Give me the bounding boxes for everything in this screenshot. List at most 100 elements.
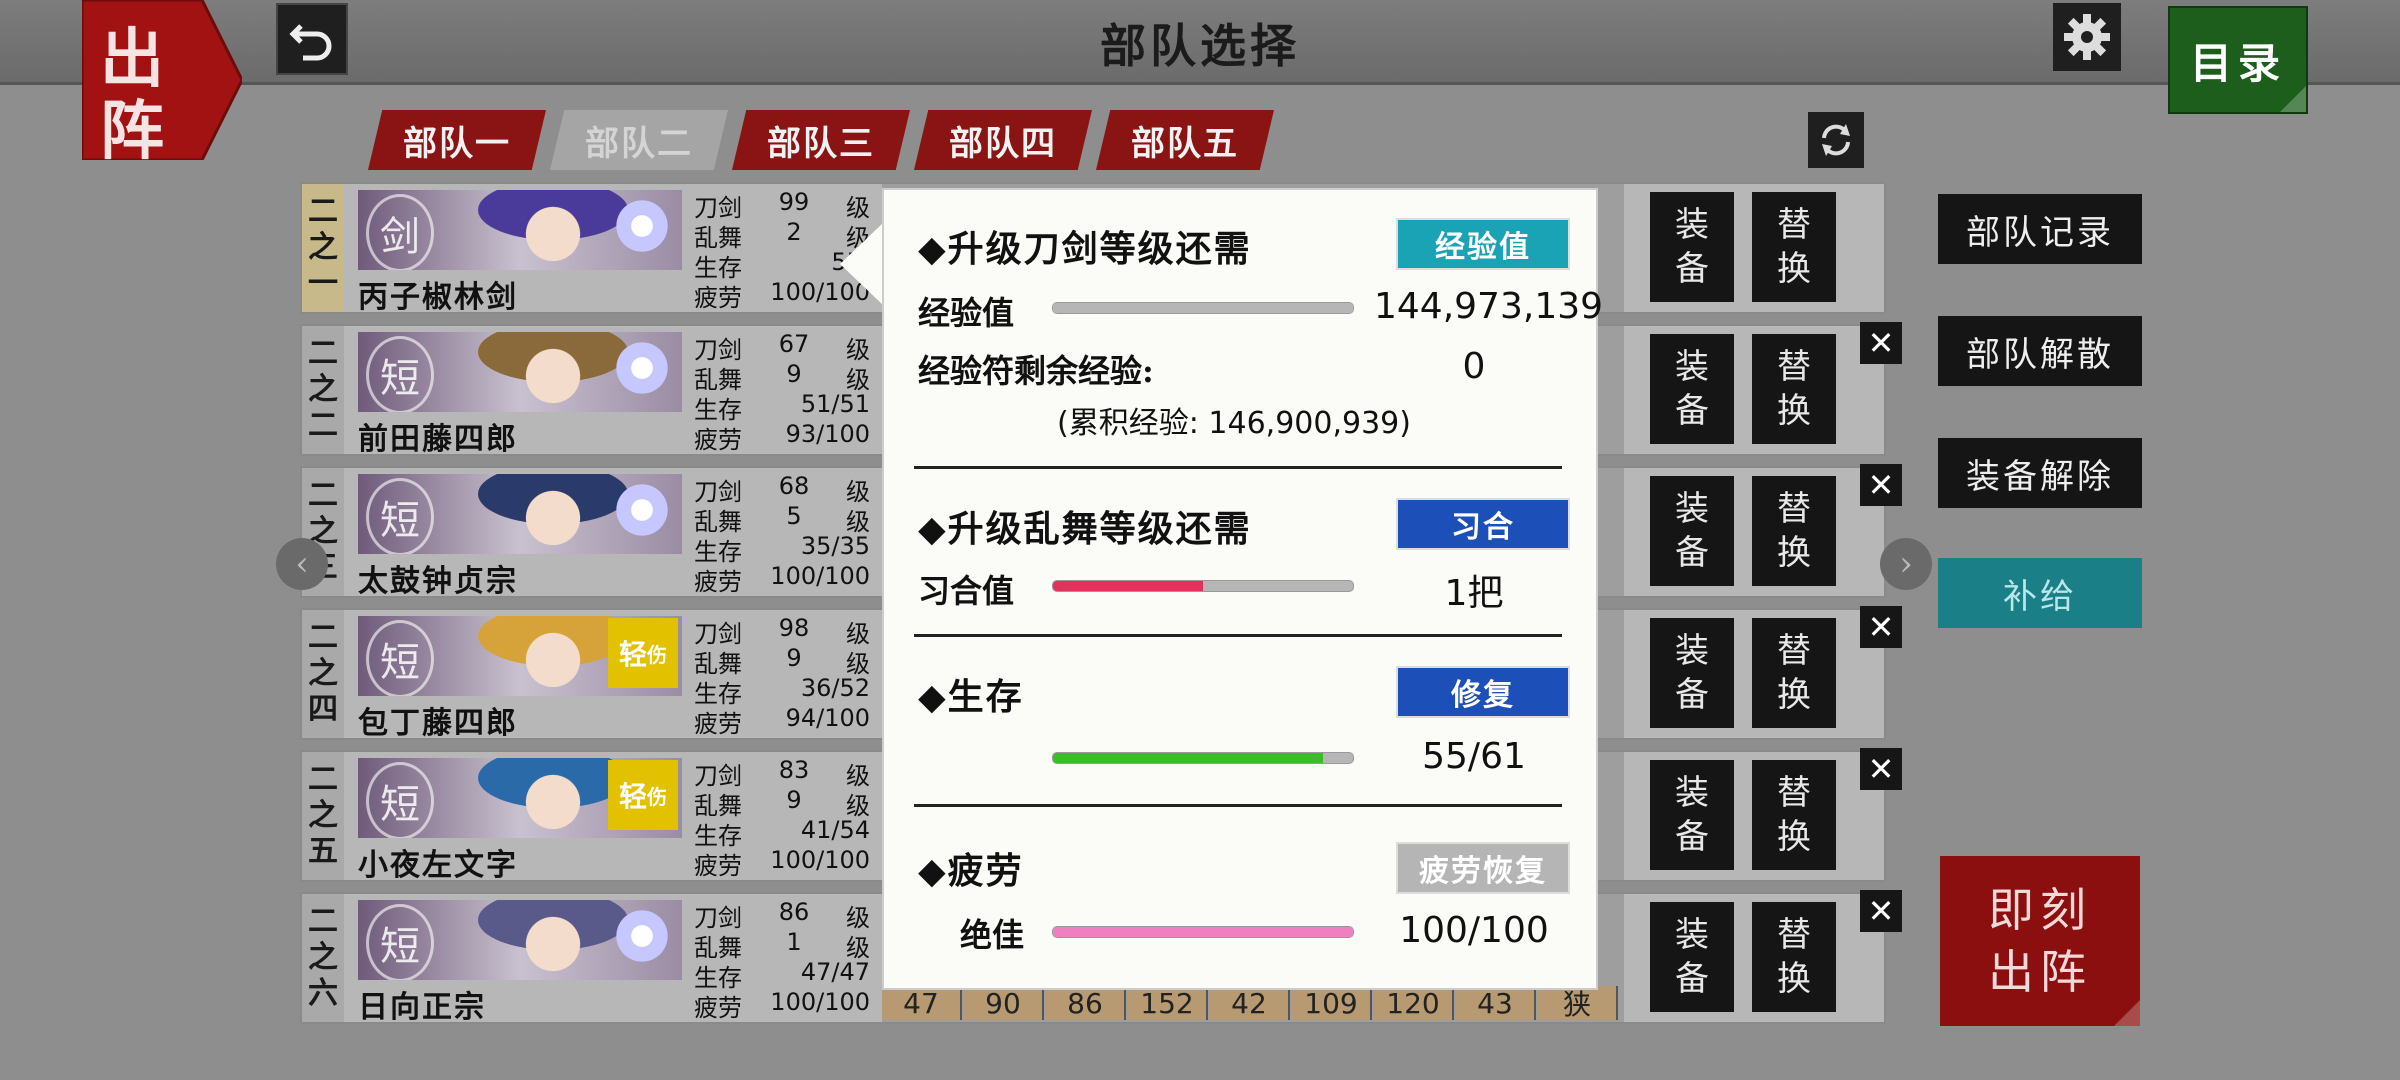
equip-button[interactable]: 装备 xyxy=(1650,334,1734,444)
member-portrait[interactable]: 短 轻伤 xyxy=(358,616,682,696)
member-portrait[interactable]: 短 xyxy=(358,474,682,554)
fatigue-title: ◆疲劳 xyxy=(918,850,1024,892)
member-stats: 刀剑 98 级 乱舞 9 级 生存 36/52 疲劳 94/100 xyxy=(694,614,870,738)
member-portrait[interactable]: 短 xyxy=(358,332,682,412)
replace-button[interactable]: 替换 xyxy=(1752,192,1836,302)
injured-badge: 轻伤 xyxy=(608,760,678,830)
sortie-badge-char-bottom: 阵 xyxy=(100,94,164,169)
member-name: 小夜左文字 xyxy=(358,848,518,883)
parameter-cell: 86 xyxy=(1046,986,1126,1020)
hp-bar xyxy=(1052,752,1354,764)
fatigue-bar xyxy=(1052,926,1354,938)
remove-member-button[interactable]: ✕ xyxy=(1860,606,1902,648)
divider xyxy=(914,634,1562,637)
member-name: 包丁藤四郎 xyxy=(358,706,518,741)
member-name: 日向正宗 xyxy=(358,990,486,1025)
chevron-right-icon: › xyxy=(1899,544,1913,584)
member-portrait[interactable]: 剑 xyxy=(358,190,682,270)
sortie-now-button[interactable]: 即刻 出阵 xyxy=(1940,856,2140,1026)
popup-pointer xyxy=(840,222,884,306)
sortie-now-label-1: 即刻 xyxy=(1988,883,2092,937)
sword-level-title: ◆升级刀剑等级还需 xyxy=(918,228,1252,270)
unit-disband-button[interactable]: 部队解散 xyxy=(1938,316,2142,386)
injured-badge: 轻伤 xyxy=(608,618,678,688)
sortie-now-label-2: 出阵 xyxy=(1988,945,2092,999)
sword-type-icon: 短 xyxy=(366,478,434,554)
tab-unit-4[interactable]: 部队四 xyxy=(914,110,1092,170)
parameter-cell: 109 xyxy=(1292,986,1372,1020)
divider xyxy=(914,466,1562,469)
member-name: 前田藤四郎 xyxy=(358,422,518,457)
member-stats: 刀剑 68 级 乱舞 5 级 生存 35/35 疲劳 100/100 xyxy=(694,472,870,596)
close-icon: ✕ xyxy=(1867,750,1895,788)
sword-type-icon: 剑 xyxy=(366,194,434,270)
remove-member-button[interactable]: ✕ xyxy=(1860,890,1902,932)
replace-button[interactable]: 替换 xyxy=(1752,618,1836,728)
tab-unit-1[interactable]: 部队一 xyxy=(368,110,546,170)
remove-member-button[interactable]: ✕ xyxy=(1860,322,1902,364)
replace-button[interactable]: 替换 xyxy=(1752,760,1836,870)
member-name: 丙子椒林剑 xyxy=(358,280,518,315)
swap-order-button[interactable] xyxy=(1808,112,1864,168)
equip-button[interactable]: 装备 xyxy=(1650,476,1734,586)
member-portrait[interactable]: 短 轻伤 xyxy=(358,758,682,838)
exp-value: 144,973,139 xyxy=(1374,286,1604,327)
member-stats: 刀剑 67 级 乱舞 9 级 生存 51/51 疲劳 93/100 xyxy=(694,330,870,454)
parameter-cell: 90 xyxy=(964,986,1044,1020)
replace-button[interactable]: 替换 xyxy=(1752,476,1836,586)
fatigue-value: 100/100 xyxy=(1399,910,1549,951)
close-icon: ✕ xyxy=(1867,466,1895,504)
equip-button[interactable]: 装备 xyxy=(1650,902,1734,1012)
hp-title: ◆生存 xyxy=(918,676,1024,718)
menu-button[interactable]: 目录 xyxy=(2168,6,2308,114)
remove-member-button[interactable]: ✕ xyxy=(1860,464,1902,506)
tab-unit-5[interactable]: 部队五 xyxy=(1096,110,1274,170)
repair-button[interactable]: 修复 xyxy=(1396,666,1570,718)
member-slot-number: 二之二 xyxy=(302,326,344,454)
equip-button[interactable]: 装备 xyxy=(1650,192,1734,302)
chevron-left-icon: ‹ xyxy=(295,544,309,584)
fatigue-recover-button[interactable]: 疲劳恢复 xyxy=(1396,842,1570,894)
unequip-button[interactable]: 装备解除 xyxy=(1938,438,2142,508)
replace-button[interactable]: 替换 xyxy=(1752,902,1836,1012)
parameter-cell: 43 xyxy=(1456,986,1536,1020)
tab-unit-3[interactable]: 部队三 xyxy=(732,110,910,170)
fusion-value: 1把 xyxy=(1444,573,1504,614)
next-arrow-button[interactable]: › xyxy=(1880,538,1932,590)
member-name: 太鼓钟贞宗 xyxy=(358,564,518,599)
replace-button[interactable]: 替换 xyxy=(1752,334,1836,444)
exp-tag-button[interactable]: 经验值 xyxy=(1396,218,1570,270)
member-slot-number: 二之五 xyxy=(302,752,344,880)
remaining-exp-value: 0 xyxy=(1462,346,1486,387)
exp-bar xyxy=(1052,302,1354,314)
close-icon: ✕ xyxy=(1867,892,1895,930)
tab-unit-2[interactable]: 部队二 xyxy=(550,110,728,170)
sword-type-icon: 短 xyxy=(366,620,434,696)
parameter-cell: 42 xyxy=(1210,986,1290,1020)
gear-icon xyxy=(2064,14,2110,60)
unit-record-button[interactable]: 部队记录 xyxy=(1938,194,2142,264)
member-stats: 刀剑 83 级 乱舞 9 级 生存 41/54 疲劳 100/100 xyxy=(694,756,870,880)
remove-member-button[interactable]: ✕ xyxy=(1860,748,1902,790)
member-stats: 刀剑 86 级 乱舞 1 级 生存 47/47 疲劳 100/100 xyxy=(694,898,870,1022)
settings-button[interactable] xyxy=(2053,3,2121,71)
refresh-icon xyxy=(1822,124,1850,156)
sword-type-icon: 短 xyxy=(366,336,434,412)
equip-button[interactable]: 装备 xyxy=(1650,618,1734,728)
parameter-cell: 120 xyxy=(1374,986,1454,1020)
equip-button[interactable]: 装备 xyxy=(1650,760,1734,870)
member-slot-number: 二之四 xyxy=(302,610,344,738)
remaining-exp-label: 经验符剩余经验: xyxy=(918,352,1154,390)
member-portrait[interactable]: 短 xyxy=(358,900,682,980)
close-icon: ✕ xyxy=(1867,324,1895,362)
hp-value: 55/61 xyxy=(1422,736,1526,777)
member-slot-number: 二之一 xyxy=(302,184,344,312)
prev-arrow-button[interactable]: ‹ xyxy=(276,538,328,590)
page-title: 部队选择 xyxy=(1100,19,1300,73)
fusion-tag-button[interactable]: 习合 xyxy=(1396,498,1570,550)
fatigue-state-label: 绝佳 xyxy=(960,916,1025,954)
supply-button[interactable]: 补给 xyxy=(1938,558,2142,628)
sword-type-icon: 短 xyxy=(366,762,434,838)
divider xyxy=(914,804,1562,807)
fusion-bar xyxy=(1052,580,1354,592)
